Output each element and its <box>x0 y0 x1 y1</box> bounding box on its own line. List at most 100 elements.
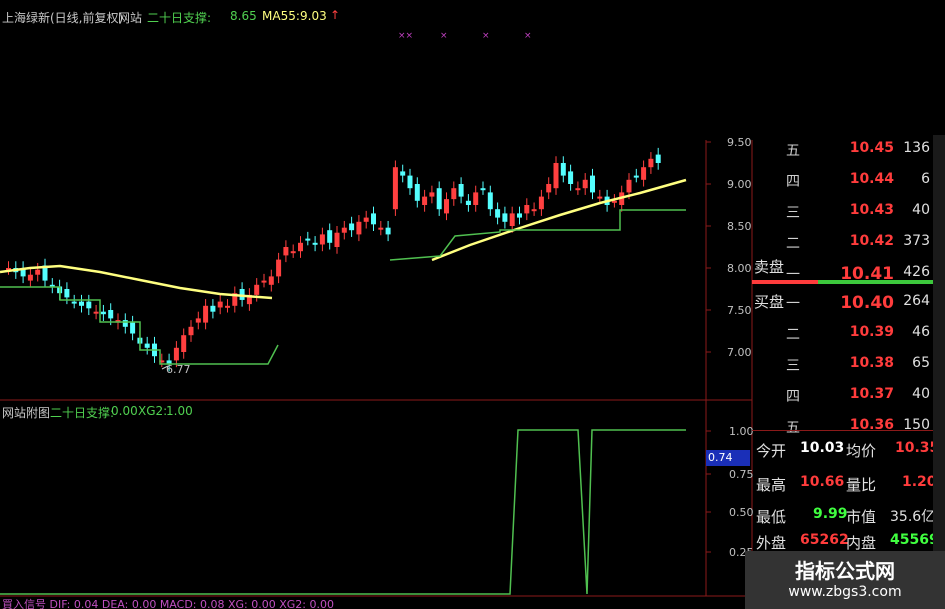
candle-body <box>407 175 413 189</box>
candle-body <box>356 221 362 235</box>
open-label: 今开 <box>756 442 787 460</box>
bottom-indicator-bar: 買入信号 DIF: 0.04 DEA: 0.00 MACD: 0.08 XG: … <box>2 598 334 609</box>
candle-body <box>93 311 99 314</box>
order-volume: 373 <box>903 233 930 249</box>
candle-body <box>378 227 384 230</box>
candle-body <box>225 305 230 308</box>
candle-body <box>458 184 464 197</box>
candle-body <box>487 192 493 210</box>
sell-row-4[interactable]: 二 10.42 373 <box>752 233 932 254</box>
low-price-label: 6.77 <box>166 363 191 376</box>
xg2-signal-line <box>0 429 686 595</box>
candle-body <box>100 311 106 315</box>
candle-body <box>641 167 647 180</box>
buy-row-2[interactable]: 二 10.39 46 <box>752 324 932 345</box>
candle-body <box>64 289 70 298</box>
candle-body <box>473 192 479 205</box>
buy-row-4[interactable]: 四 10.37 40 <box>752 386 932 407</box>
candle-body <box>298 242 303 252</box>
price-tick-label: 8.00 <box>727 262 752 275</box>
outer-value: 65262 <box>800 532 849 548</box>
candle-body <box>451 188 457 200</box>
watermark: 指标公式网 www.zbgs3.com <box>745 551 945 609</box>
candle-body <box>655 154 661 163</box>
candle-body <box>392 167 398 210</box>
candle-body <box>575 188 581 191</box>
sell-row-3[interactable]: 三 10.43 40 <box>752 202 932 223</box>
candle-body <box>429 192 435 197</box>
candle-body <box>261 280 267 283</box>
candle-body <box>626 179 632 193</box>
candle-body <box>633 175 639 178</box>
candle-body <box>283 247 289 256</box>
price-tick-label: 7.50 <box>727 304 752 317</box>
candle-body <box>27 274 33 281</box>
price-axis-ticks: 9.50 9.00 8.50 8.00 7.50 7.00 <box>706 136 752 359</box>
candle-body <box>108 310 114 319</box>
candle-body <box>203 305 209 323</box>
high-label: 最高 <box>756 476 787 494</box>
candle-body <box>465 200 471 205</box>
candle-body <box>130 322 136 334</box>
order-volume: 46 <box>912 324 930 340</box>
buy-row-3[interactable]: 三 10.38 65 <box>752 355 932 376</box>
order-level-label: 二 <box>786 236 800 252</box>
candlestick-series <box>6 147 661 372</box>
candle-body <box>349 223 355 231</box>
sell-row-2[interactable]: 四 10.44 6 <box>752 171 932 192</box>
candle-body <box>173 347 179 361</box>
xg2-label: XG2: <box>138 404 168 418</box>
candle-body <box>590 175 595 193</box>
order-level-label: 五 <box>786 420 800 436</box>
volume-ratio-label: 量比 <box>846 476 877 494</box>
watermark-title: 指标公式网 <box>795 559 895 583</box>
volume-ratio-value: 1.20 <box>902 474 937 490</box>
candle-body <box>648 158 654 168</box>
order-level-label: 三 <box>786 358 800 374</box>
order-level-label: 一 <box>786 296 800 312</box>
candle-body <box>495 209 501 218</box>
candle-body <box>268 276 274 285</box>
candle-body <box>582 179 588 189</box>
side-toolbar[interactable] <box>933 135 945 565</box>
sub-tick-label: 1.00 <box>729 425 754 438</box>
order-level-label: 四 <box>786 389 800 405</box>
xg2-value: 1.00 <box>166 404 193 418</box>
low-value: 9.99 <box>813 506 848 522</box>
candle-body <box>188 326 194 336</box>
candle-body <box>276 259 282 277</box>
order-volume: 136 <box>903 140 930 156</box>
buy-row-5[interactable]: 五 10.36 150 <box>752 417 932 438</box>
candle-body <box>144 343 150 348</box>
ma55-line <box>0 264 273 300</box>
candle-body <box>195 318 201 323</box>
candle-body <box>531 209 537 212</box>
candle-body <box>35 269 41 275</box>
candle-body <box>290 251 296 254</box>
price-tick-label: 7.00 <box>727 346 752 359</box>
order-volume: 40 <box>912 202 930 218</box>
candle-body <box>444 199 449 214</box>
candle-body <box>517 213 522 218</box>
candle-body <box>436 188 442 210</box>
candle-body <box>553 163 559 189</box>
candle-body <box>254 284 260 295</box>
buy-row-1[interactable]: 一 10.40 264 <box>752 293 932 314</box>
order-volume: 65 <box>912 355 930 371</box>
market-cap-value: 35.6亿 <box>890 509 936 525</box>
order-level-label: 四 <box>786 174 800 190</box>
order-volume: 6 <box>921 171 930 187</box>
candle-body <box>341 227 347 233</box>
support-line <box>389 209 686 261</box>
sell-row-1[interactable]: 五 10.45 136 <box>752 140 932 161</box>
order-volume: 40 <box>912 386 930 402</box>
order-level-label: 二 <box>786 327 800 343</box>
candle-body <box>560 163 566 176</box>
candle-body <box>538 196 544 210</box>
cursor-value-box: 0.74 <box>706 450 750 466</box>
sub-tick-label: 0.75 <box>729 468 754 481</box>
price-tick-label: 9.00 <box>727 178 752 191</box>
candle-body <box>312 242 318 245</box>
candle-body <box>480 188 486 191</box>
order-volume: 426 <box>903 264 930 280</box>
